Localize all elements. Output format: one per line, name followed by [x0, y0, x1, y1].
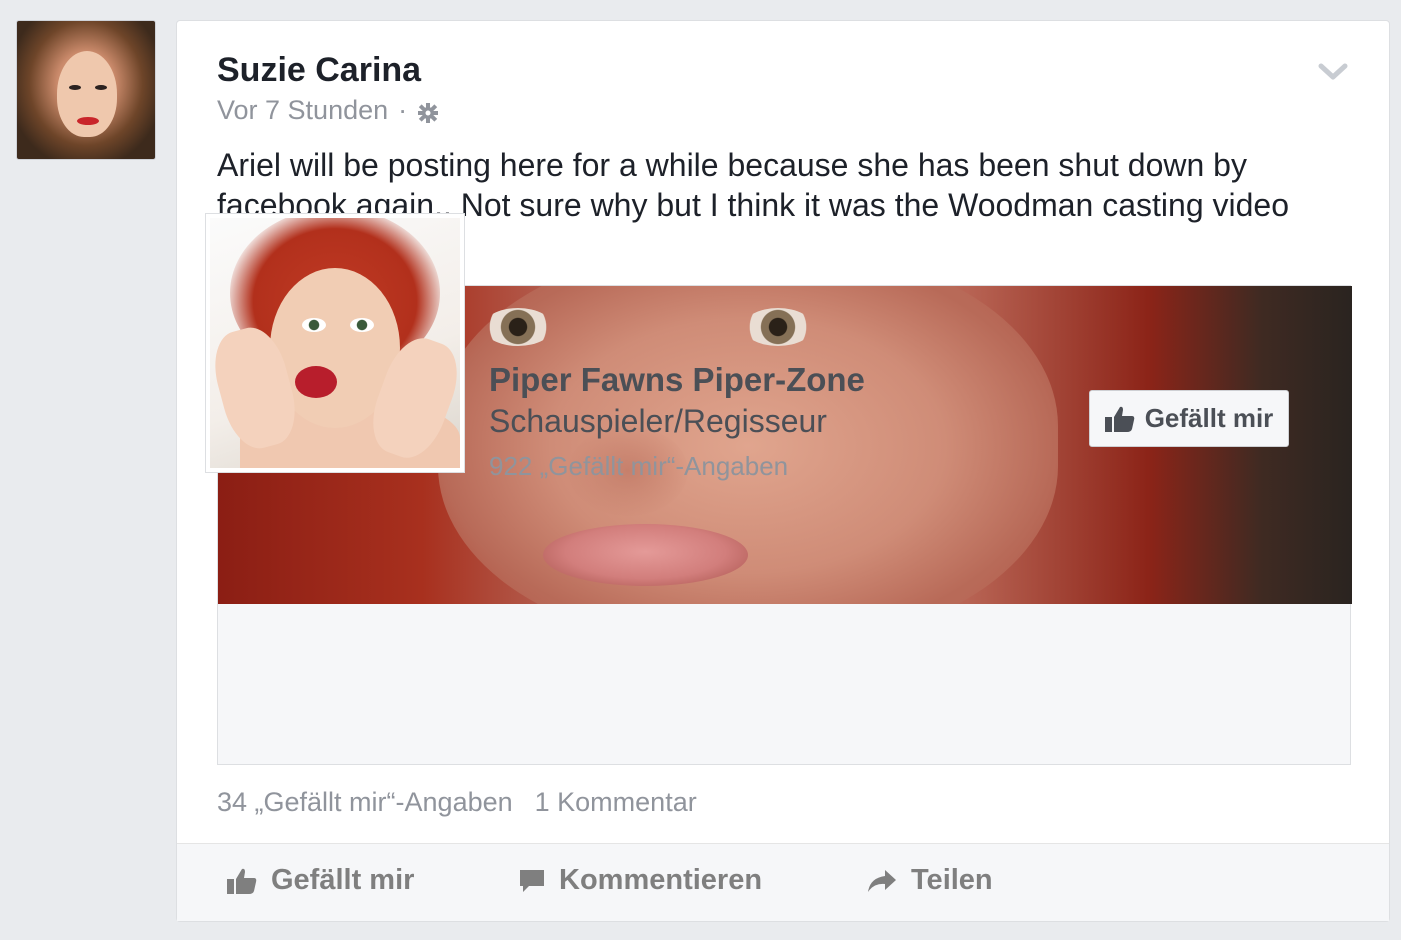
post-meta: Vor 7 Stunden · [217, 95, 439, 126]
page-like-button[interactable]: Gefällt mir [1089, 390, 1289, 447]
share-button[interactable]: Teilen [867, 864, 993, 897]
cover-eye-left [483, 308, 553, 346]
like-count[interactable]: 34 „Gefällt mir“-Angaben [217, 787, 513, 818]
post-author-name[interactable]: Suzie Carina [217, 51, 421, 90]
avatar-lips [77, 117, 99, 125]
author-avatar[interactable] [16, 20, 156, 160]
post-timestamp[interactable]: Vor 7 Stunden [217, 95, 388, 126]
like-button[interactable]: Gefällt mir [227, 864, 414, 897]
chevron-down-icon[interactable] [1317, 61, 1349, 83]
post-stats: 34 „Gefällt mir“-Angaben 1 Kommentar [217, 787, 697, 818]
shared-page-category: Schauspieler/Regisseur [489, 403, 827, 439]
page-profile-picture[interactable] [205, 213, 465, 473]
page-like-button-label: Gefällt mir [1144, 403, 1274, 433]
avatar-eye-right [95, 85, 107, 90]
comment-count[interactable]: 1 Kommentar [535, 787, 697, 818]
share-arrow-icon [868, 869, 896, 892]
share-button-label: Teilen [911, 864, 993, 896]
comment-button[interactable]: Kommentieren [519, 864, 762, 897]
like-button-label: Gefällt mir [271, 864, 415, 896]
page-info-panel [218, 604, 1350, 764]
post-card: Suzie Carina Vor 7 Stunden · Ariel will … [176, 20, 1390, 922]
shared-page-like-count: 922 „Gefällt mir“-Angaben [489, 451, 789, 481]
post-action-bar: Gefällt mir Kommentieren Teilen [177, 843, 1389, 921]
thumbs-up-icon [1104, 406, 1134, 432]
thumb-eye-left [302, 318, 326, 332]
avatar-eye-left [69, 85, 81, 90]
cover-eye-right [743, 308, 813, 346]
comment-button-label: Kommentieren [559, 864, 763, 896]
meta-separator: · [398, 95, 408, 125]
gear-icon[interactable] [417, 100, 439, 123]
cover-lips [543, 524, 748, 586]
thumb-eye-right [350, 318, 374, 332]
speech-bubble-icon [520, 869, 544, 892]
thumbs-up-icon [227, 868, 257, 894]
shared-page-name[interactable]: Piper Fawns Piper-Zone [489, 361, 865, 399]
thumb-mouth [295, 366, 337, 398]
